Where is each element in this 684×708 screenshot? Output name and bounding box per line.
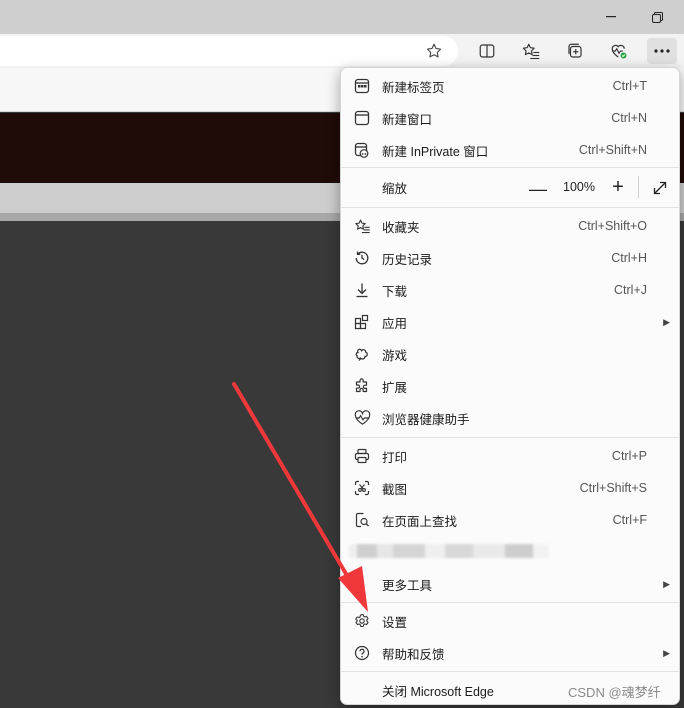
new-window-shortcut: Ctrl+N bbox=[611, 111, 647, 125]
chevron-right-icon: ▶ bbox=[663, 647, 670, 658]
zoom-out-button[interactable]: — bbox=[527, 178, 549, 200]
new-tab-icon bbox=[353, 77, 371, 95]
watermark: CSDN @魂梦纤 bbox=[568, 685, 661, 700]
more-dots-icon bbox=[654, 49, 670, 53]
extensions-label: 扩展 bbox=[382, 380, 408, 395]
close-edge-label: 关闭 Microsoft Edge bbox=[382, 684, 494, 699]
help-feedback-label: 帮助和反馈 bbox=[382, 647, 445, 662]
favorites-shortcut: Ctrl+Shift+O bbox=[578, 219, 647, 233]
screenshot-icon bbox=[353, 479, 371, 497]
games-icon bbox=[353, 345, 371, 363]
find-label: 在页面上查找 bbox=[382, 514, 458, 529]
menu-item-settings[interactable]: 设置 bbox=[341, 605, 679, 637]
extensions-icon bbox=[353, 377, 371, 395]
zoom-divider bbox=[638, 176, 639, 198]
collections-button[interactable] bbox=[561, 38, 589, 64]
menu-separator bbox=[341, 602, 679, 603]
menu-item-games[interactable]: 游戏 bbox=[341, 338, 679, 370]
menu-item-apps[interactable]: 应用 ▶ bbox=[341, 306, 679, 338]
menu-item-browser-essentials[interactable]: 浏览器健康助手 bbox=[341, 402, 679, 434]
print-label: 打印 bbox=[382, 450, 408, 465]
more-button[interactable] bbox=[647, 38, 677, 64]
chevron-right-icon: ▶ bbox=[663, 578, 670, 589]
favorite-button[interactable] bbox=[420, 38, 448, 64]
screenshot-label: 截图 bbox=[382, 482, 408, 497]
menu-item-new-window[interactable]: 新建窗口 Ctrl+N bbox=[341, 102, 679, 134]
zoom-in-button[interactable]: + bbox=[607, 176, 629, 198]
browser-essentials-button[interactable] bbox=[605, 38, 633, 64]
favorites-list-icon bbox=[522, 43, 540, 60]
new-window-icon bbox=[353, 109, 371, 127]
restore-icon bbox=[651, 11, 663, 23]
menu-separator bbox=[341, 207, 679, 208]
find-icon bbox=[353, 511, 371, 529]
apps-label: 应用 bbox=[382, 316, 408, 331]
apps-icon bbox=[353, 313, 371, 331]
menu-item-extensions[interactable]: 扩展 bbox=[341, 370, 679, 402]
favorites-label: 收藏夹 bbox=[382, 220, 420, 235]
fullscreen-icon bbox=[653, 181, 667, 195]
menu-item-find-on-page[interactable]: 在页面上查找 Ctrl+F bbox=[341, 504, 679, 536]
download-icon bbox=[353, 281, 371, 299]
menu-item-downloads[interactable]: 下载 Ctrl+J bbox=[341, 274, 679, 306]
games-label: 游戏 bbox=[382, 348, 408, 363]
menu-item-favorites[interactable]: 收藏夹 Ctrl+Shift+O bbox=[341, 210, 679, 242]
minimize-icon bbox=[606, 16, 616, 18]
menu-item-history[interactable]: 历史记录 Ctrl+H bbox=[341, 242, 679, 274]
downloads-label: 下载 bbox=[382, 284, 408, 299]
new-tab-label: 新建标签页 bbox=[382, 80, 445, 95]
history-icon bbox=[353, 249, 371, 267]
new-window-label: 新建窗口 bbox=[382, 112, 433, 127]
browser-essentials-label: 浏览器健康助手 bbox=[382, 412, 470, 427]
address-bar[interactable] bbox=[0, 36, 458, 66]
restore-button[interactable] bbox=[640, 4, 674, 30]
menu-item-new-tab[interactable]: 新建标签页 Ctrl+T bbox=[341, 70, 679, 102]
settings-and-more-menu: 新建标签页 Ctrl+T 新建窗口 Ctrl+N 新建 InPrivate 窗口… bbox=[340, 67, 680, 705]
fullscreen-button[interactable] bbox=[649, 177, 671, 199]
menu-separator bbox=[341, 437, 679, 438]
menu-item-screenshot[interactable]: 截图 Ctrl+Shift+S bbox=[341, 472, 679, 504]
star-icon bbox=[426, 43, 442, 58]
print-shortcut: Ctrl+P bbox=[611, 449, 647, 463]
favorites-button[interactable] bbox=[517, 38, 545, 64]
downloads-shortcut: Ctrl+J bbox=[614, 283, 647, 297]
split-screen-icon bbox=[479, 44, 495, 58]
new-inprivate-shortcut: Ctrl+Shift+N bbox=[578, 143, 647, 157]
history-shortcut: Ctrl+H bbox=[611, 251, 647, 265]
menu-item-print[interactable]: 打印 Ctrl+P bbox=[341, 440, 679, 472]
find-shortcut: Ctrl+F bbox=[612, 513, 647, 527]
redacted-menu-item bbox=[349, 544, 549, 558]
menu-item-more-tools[interactable]: 更多工具 ▶ bbox=[341, 568, 679, 600]
screenshot-shortcut: Ctrl+Shift+S bbox=[579, 481, 647, 495]
inprivate-icon bbox=[353, 141, 371, 159]
title-bar bbox=[0, 0, 684, 34]
menu-item-new-inprivate[interactable]: 新建 InPrivate 窗口 Ctrl+Shift+N bbox=[341, 134, 679, 166]
new-tab-shortcut: Ctrl+T bbox=[612, 79, 647, 93]
new-inprivate-label: 新建 InPrivate 窗口 bbox=[382, 144, 489, 159]
printer-icon bbox=[353, 447, 371, 465]
chevron-right-icon: ▶ bbox=[663, 316, 670, 327]
heart-pulse-icon bbox=[353, 409, 371, 427]
menu-separator bbox=[341, 671, 679, 672]
browser-essentials-icon bbox=[611, 44, 627, 59]
help-icon bbox=[353, 644, 371, 662]
zoom-label: 缩放 bbox=[382, 181, 408, 196]
minimize-button[interactable] bbox=[594, 4, 628, 30]
menu-separator bbox=[341, 167, 679, 168]
history-label: 历史记录 bbox=[382, 252, 433, 267]
settings-label: 设置 bbox=[382, 615, 408, 630]
menu-item-help-feedback[interactable]: 帮助和反馈 ▶ bbox=[341, 637, 679, 669]
more-tools-label: 更多工具 bbox=[382, 578, 433, 593]
gear-icon bbox=[353, 612, 371, 630]
favorites-icon bbox=[353, 217, 371, 235]
collections-icon bbox=[568, 43, 582, 58]
zoom-level: 100% bbox=[563, 180, 595, 194]
split-screen-button[interactable] bbox=[473, 38, 501, 64]
